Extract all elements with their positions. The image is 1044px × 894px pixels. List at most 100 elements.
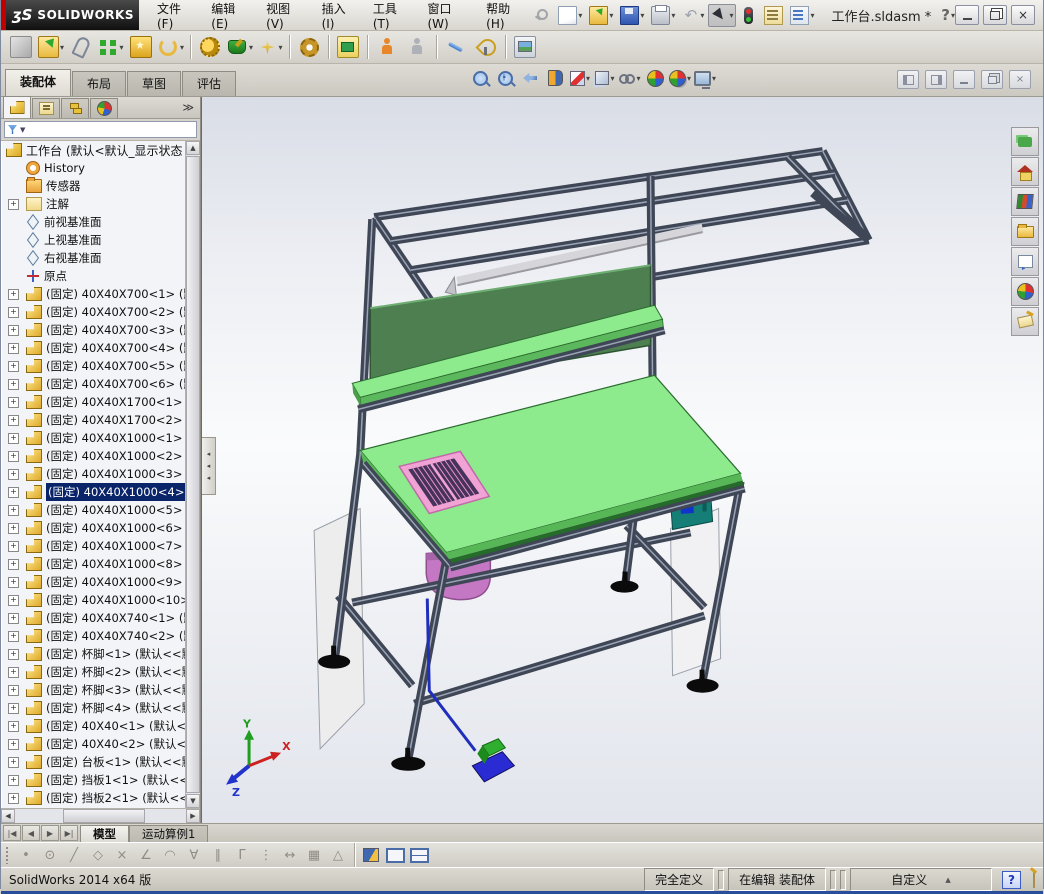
undo-dropdown-icon[interactable]: ▾: [700, 11, 704, 20]
tree-item[interactable]: 上视基准面: [2, 231, 200, 249]
tree-item[interactable]: 右视基准面: [2, 249, 200, 267]
custom-dropdown-icon[interactable]: ▲: [945, 876, 950, 884]
tab-nav-1[interactable]: ◀: [22, 825, 40, 841]
panel-tabs-overflow[interactable]: ≫: [182, 101, 194, 114]
tree-expander-icon[interactable]: +: [8, 702, 19, 714]
status-tag-icon[interactable]: [1033, 871, 1035, 888]
file-properties-button[interactable]: [761, 3, 786, 28]
menu-item-6[interactable]: 帮助(H): [478, 0, 532, 34]
tab-model[interactable]: 模型: [80, 825, 129, 842]
restore-doc-button[interactable]: [981, 70, 1003, 89]
menu-item-4[interactable]: 工具(T): [365, 0, 418, 34]
tree-expander-icon[interactable]: +: [8, 792, 19, 804]
select-cursor-button[interactable]: ▾: [708, 3, 737, 27]
tab-configuration-manager[interactable]: [61, 98, 89, 118]
custom-properties-button[interactable]: [1011, 307, 1039, 336]
tree-item[interactable]: + (固定) 台板<1> (默认<<默: [2, 753, 200, 771]
open-button[interactable]: ▾: [586, 3, 616, 28]
open-dropdown-icon[interactable]: ▾: [609, 11, 613, 20]
tree-item[interactable]: + (固定) 40X40X1700<1> (默: [2, 393, 200, 411]
explode-line-sketch-button[interactable]: [442, 33, 470, 61]
undo-button[interactable]: ↶ ▾: [679, 4, 707, 27]
tree-item[interactable]: + (固定) 40X40X700<6> (默认: [2, 375, 200, 393]
tree-expander-icon[interactable]: +: [8, 558, 19, 570]
trim-entities-icon[interactable]: ×: [111, 845, 133, 865]
point-icon[interactable]: •: [15, 845, 37, 865]
tree-expander-icon[interactable]: +: [8, 486, 19, 498]
tree-expander-icon[interactable]: +: [8, 666, 19, 678]
print-dropdown-icon[interactable]: ▾: [671, 11, 675, 20]
open-component-dropdown-icon[interactable]: ▾: [60, 43, 64, 52]
toolbar-grip[interactable]: [5, 846, 9, 864]
help-icon[interactable]: ?: [941, 6, 950, 24]
open-component-button[interactable]: ▾: [37, 33, 65, 61]
menu-item-1[interactable]: 编辑(E): [203, 0, 256, 34]
tree-horizontal-scrollbar[interactable]: ◀ ▶: [1, 808, 200, 823]
rebuild-button[interactable]: [737, 4, 760, 27]
tree-item[interactable]: + (固定) 40X40X700<2> (默认: [2, 303, 200, 321]
design-library-button[interactable]: [1011, 187, 1039, 216]
model-canvas[interactable]: Y X Z: [202, 97, 1043, 823]
section-view-icon[interactable]: [360, 845, 382, 865]
tree-vertical-scrollbar[interactable]: ▲ ▼: [185, 141, 200, 808]
display-style-dropdown-icon[interactable]: ▾: [610, 74, 614, 83]
tree-expander-icon[interactable]: +: [8, 306, 19, 318]
line-icon[interactable]: ╱: [63, 845, 85, 865]
take-snapshot-button[interactable]: [511, 33, 539, 61]
tree-expander-icon[interactable]: +: [8, 612, 19, 624]
tree-item[interactable]: + (固定) 杯脚<4> (默认<<默: [2, 699, 200, 717]
save-button[interactable]: ▾: [617, 3, 647, 28]
minimize-doc-button[interactable]: [953, 70, 975, 89]
view-palette-button[interactable]: [1011, 247, 1039, 276]
offset-entities-icon[interactable]: ∥: [207, 845, 229, 865]
status-help-icon[interactable]: ?: [1002, 870, 1021, 889]
tree-item[interactable]: History: [2, 159, 200, 177]
tree-expander-icon[interactable]: +: [8, 576, 19, 588]
close-button[interactable]: ×: [1011, 5, 1035, 25]
tree-expander-icon[interactable]: +: [8, 324, 19, 336]
command-tab-0[interactable]: 装配体: [5, 69, 72, 96]
zoom-to-fit-button[interactable]: [469, 67, 491, 89]
scroll-down-button[interactable]: ▼: [186, 794, 200, 808]
tree-item[interactable]: + (固定) 40X40X700<3> (默认: [2, 321, 200, 339]
tile-left-button[interactable]: [897, 70, 919, 89]
tree-item[interactable]: 工作台 (默认<默认_显示状态: [2, 141, 200, 159]
section-view-button[interactable]: [544, 67, 566, 89]
view-settings-button[interactable]: ▾: [694, 67, 716, 89]
tree-expander-icon[interactable]: +: [8, 504, 19, 516]
tree-item[interactable]: + (固定) 40X40X1000<1> (默: [2, 429, 200, 447]
mirror-entities-icon[interactable]: ∀: [183, 845, 205, 865]
assembly-xpert-button[interactable]: [472, 33, 500, 61]
tree-item[interactable]: + (固定) 40X40X1700<2> (默: [2, 411, 200, 429]
menu-item-0[interactable]: 文件(F): [149, 0, 201, 34]
tree-expander-icon[interactable]: +: [8, 342, 19, 354]
horizontal-scroll-thumb[interactable]: [63, 809, 145, 823]
tree-item[interactable]: + (固定) 40X40X1000<9> (默: [2, 573, 200, 591]
tree-item[interactable]: + (固定) 40X40X700<1> (默认: [2, 285, 200, 303]
tree-expander-icon[interactable]: +: [8, 522, 19, 534]
zoom-to-area-button[interactable]: [494, 67, 516, 89]
new-document-dropdown-icon[interactable]: ▾: [578, 11, 582, 20]
print-button[interactable]: ▾: [648, 3, 678, 28]
tree-expander-icon[interactable]: +: [8, 720, 19, 732]
tree-expander-icon[interactable]: +: [8, 648, 19, 660]
menu-item-5[interactable]: 窗口(W): [419, 0, 476, 34]
move-component-button[interactable]: ▾: [157, 33, 185, 61]
tree-item[interactable]: 传感器: [2, 177, 200, 195]
previous-view-button[interactable]: [519, 67, 541, 89]
tree-item[interactable]: + (固定) 40X40X740<1> (默认: [2, 609, 200, 627]
tree-item[interactable]: + (固定) 40X40X740<2> (默认: [2, 627, 200, 645]
smart-dimension-icon[interactable]: ↔: [279, 845, 301, 865]
new-sketch-dropdown-icon[interactable]: ▾: [278, 43, 282, 52]
polygon-icon[interactable]: ◇: [87, 845, 109, 865]
filter-dropdown-icon[interactable]: ▼: [20, 126, 25, 134]
tree-item[interactable]: + (固定) 挡板2<1> (默认<<: [2, 789, 200, 807]
tree-expander-icon[interactable]: +: [8, 630, 19, 642]
circle-icon[interactable]: ⊙: [39, 845, 61, 865]
command-tab-3[interactable]: 评估: [182, 71, 237, 96]
tree-expander-icon[interactable]: +: [8, 198, 19, 210]
tree-item[interactable]: + (固定) 40X40X1000<7> (默: [2, 537, 200, 555]
status-custom[interactable]: 自定义 ▲: [850, 868, 992, 891]
file-explorer-button[interactable]: [1011, 217, 1039, 246]
tree-item[interactable]: + (固定) 40X40X1000<6> (默: [2, 519, 200, 537]
